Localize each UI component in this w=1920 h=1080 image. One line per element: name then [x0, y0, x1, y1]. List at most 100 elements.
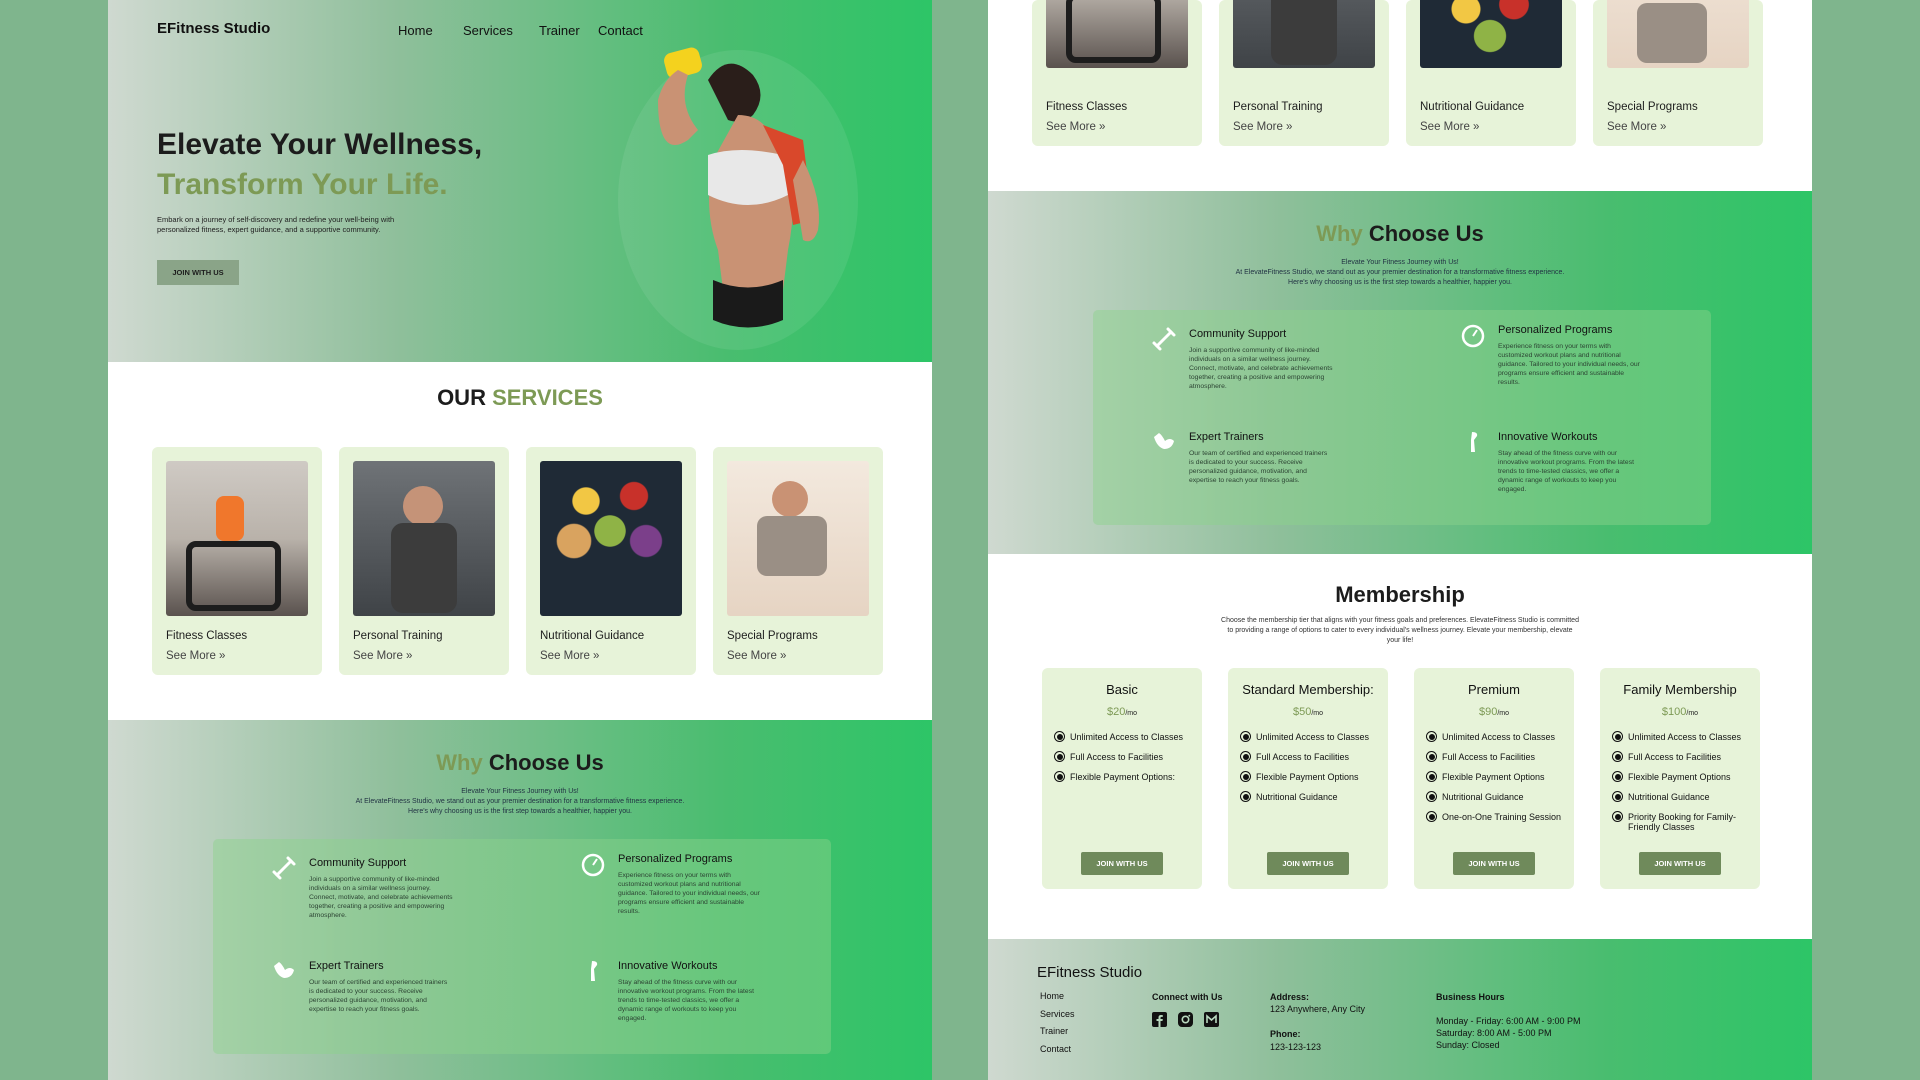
- footer-link-home[interactable]: Home: [1040, 991, 1064, 1001]
- see-more-link[interactable]: See More »: [1046, 121, 1105, 133]
- service-card[interactable]: Fitness Classes See More »: [1032, 0, 1202, 146]
- why-subtitle: Elevate Your Fitness Journey with Us! At…: [355, 788, 685, 815]
- leg-icon: [1471, 432, 1478, 452]
- plan-feature: Nutritional Guidance: [1612, 791, 1752, 802]
- feature-text: Join a supportive community of like-mind…: [1189, 347, 1333, 390]
- plan-feature: Unlimited Access to Classes: [1426, 731, 1566, 742]
- hero-title: Elevate Your Wellness, Transform Your Li…: [157, 125, 537, 205]
- hero-join-button[interactable]: JOIN WITH US: [157, 260, 239, 285]
- plan-join-button[interactable]: JOIN WITH US: [1267, 852, 1349, 875]
- service-card[interactable]: Personal Training See More »: [1219, 0, 1389, 146]
- scale-icon: [1461, 324, 1485, 348]
- left-page-preview: EFitness Studio Home Services Trainer Co…: [108, 0, 932, 1080]
- feature-text: Our team of certified and experienced tr…: [1189, 450, 1328, 484]
- nav-contact[interactable]: Contact: [598, 23, 643, 38]
- hours-saturday: Saturday: 8:00 AM - 5:00 PM: [1436, 1028, 1552, 1038]
- features-box: Community Support Join a supportive comm…: [213, 839, 831, 1054]
- brand-logo[interactable]: EFitness Studio: [157, 20, 270, 37]
- plan-card-standard: Standard Membership: $50/mo Unlimited Ac…: [1228, 668, 1388, 889]
- hours-sunday: Sunday: Closed: [1436, 1040, 1500, 1050]
- plan-price: $20/mo: [1106, 706, 1138, 718]
- plan-feature: Unlimited Access to Classes: [1612, 731, 1752, 742]
- service-card[interactable]: Special Programs See More »: [713, 447, 883, 675]
- service-card[interactable]: Personal Training See More »: [339, 447, 509, 675]
- see-more-link[interactable]: See More »: [166, 650, 225, 662]
- see-more-link[interactable]: See More »: [727, 650, 786, 662]
- plan-name: Family Membership: [1623, 682, 1737, 697]
- personal-training-image: [353, 461, 495, 616]
- features-box: Community Support Join a supportive comm…: [1093, 310, 1711, 525]
- plan-card-family: Family Membership $100/mo Unlimited Acce…: [1600, 668, 1760, 889]
- service-name: Special Programs: [1607, 101, 1698, 113]
- gmail-icon[interactable]: [1204, 1012, 1219, 1027]
- nutritional-guidance-image: [540, 461, 682, 616]
- see-more-link[interactable]: See More »: [540, 650, 599, 662]
- instagram-icon[interactable]: [1178, 1012, 1193, 1027]
- feature-title: Community Support: [309, 857, 407, 869]
- plan-feature: Full Access to Facilities: [1240, 751, 1380, 762]
- footer-link-services[interactable]: Services: [1040, 1009, 1075, 1019]
- athlete-image: [618, 47, 858, 350]
- dumbbell-icon: [272, 856, 296, 880]
- plan-name: Premium: [1467, 682, 1520, 697]
- plan-feature: One-on-One Training Session: [1426, 811, 1566, 822]
- footer: EFitness Studio Home Services Trainer Co…: [988, 939, 1812, 1080]
- plan-features: Unlimited Access to Classes Full Access …: [1240, 731, 1380, 812]
- plan-join-button[interactable]: JOIN WITH US: [1453, 852, 1535, 875]
- plan-name: Basic: [1106, 682, 1138, 697]
- service-card[interactable]: Special Programs See More »: [1593, 0, 1763, 146]
- footer-brand[interactable]: EFitness Studio: [1037, 964, 1142, 981]
- service-name: Fitness Classes: [1046, 101, 1128, 113]
- plan-join-button[interactable]: JOIN WITH US: [1639, 852, 1721, 875]
- footer-link-contact[interactable]: Contact: [1040, 1044, 1071, 1054]
- address-value: 123 Anywhere, Any City: [1270, 1004, 1366, 1014]
- feature-text: Join a supportive community of like-mind…: [309, 876, 453, 919]
- service-name: Fitness Classes: [166, 630, 248, 642]
- connect-heading: Connect with Us: [1152, 992, 1223, 1002]
- plan-name: Standard Membership:: [1242, 682, 1374, 697]
- plan-features: Unlimited Access to Classes Full Access …: [1612, 731, 1752, 842]
- plan-feature: Unlimited Access to Classes: [1240, 731, 1380, 742]
- facebook-icon[interactable]: [1152, 1012, 1167, 1027]
- see-more-link[interactable]: See More »: [1420, 121, 1479, 133]
- see-more-link[interactable]: See More »: [1607, 121, 1666, 133]
- why-section: Why Choose Us Elevate Your Fitness Journ…: [988, 191, 1812, 554]
- service-card[interactable]: Nutritional Guidance See More »: [1406, 0, 1576, 146]
- service-name: Nutritional Guidance: [540, 630, 645, 642]
- service-card[interactable]: Nutritional Guidance See More »: [526, 447, 696, 675]
- nav-home[interactable]: Home: [398, 23, 433, 38]
- hero-description: Embark on a journey of self-discovery an…: [157, 215, 395, 234]
- hours-heading: Business Hours: [1436, 992, 1505, 1002]
- feature-title: Innovative Workouts: [618, 960, 718, 972]
- special-programs-image: [727, 461, 869, 616]
- plan-feature: Full Access to Facilities: [1054, 751, 1194, 762]
- feature-text: Experience fitness on your terms with cu…: [1498, 343, 1640, 386]
- footer-link-trainer[interactable]: Trainer: [1040, 1026, 1068, 1036]
- hero-title-line2: Transform Your Life.: [157, 168, 448, 201]
- feature-title: Personalized Programs: [1498, 324, 1613, 336]
- nav-trainer[interactable]: Trainer: [539, 23, 580, 38]
- address-label: Address:: [1270, 992, 1310, 1002]
- nav-services[interactable]: Services: [463, 23, 513, 38]
- service-card[interactable]: Fitness Classes See More »: [152, 447, 322, 675]
- feature-text: Stay ahead of the fitness curve with our…: [618, 979, 754, 1022]
- why-subtitle: Elevate Your Fitness Journey with Us! At…: [1235, 259, 1565, 286]
- hero-title-line1: Elevate Your Wellness,: [157, 128, 483, 161]
- nutritional-guidance-image: [1420, 0, 1562, 68]
- see-more-link[interactable]: See More »: [353, 650, 412, 662]
- see-more-link[interactable]: See More »: [1233, 121, 1292, 133]
- phone-value: 123-123-123: [1270, 1042, 1322, 1052]
- plan-price: $90/mo: [1478, 706, 1510, 718]
- plan-feature: Flexible Payment Options:: [1054, 771, 1194, 782]
- plan-feature: Full Access to Facilities: [1612, 751, 1752, 762]
- feature-title: Innovative Workouts: [1498, 431, 1598, 443]
- plan-feature: Flexible Payment Options: [1426, 771, 1566, 782]
- hours-weekday: Monday - Friday: 6:00 AM - 9:00 PM: [1436, 1016, 1581, 1026]
- feature-title: Expert Trainers: [309, 960, 384, 972]
- plan-feature: Flexible Payment Options: [1612, 771, 1752, 782]
- plan-card-premium: Premium $90/mo Unlimited Access to Class…: [1414, 668, 1574, 889]
- service-name: Nutritional Guidance: [1420, 101, 1525, 113]
- fitness-classes-image: [166, 461, 308, 616]
- plan-join-button[interactable]: JOIN WITH US: [1081, 852, 1163, 875]
- plan-feature: Unlimited Access to Classes: [1054, 731, 1194, 742]
